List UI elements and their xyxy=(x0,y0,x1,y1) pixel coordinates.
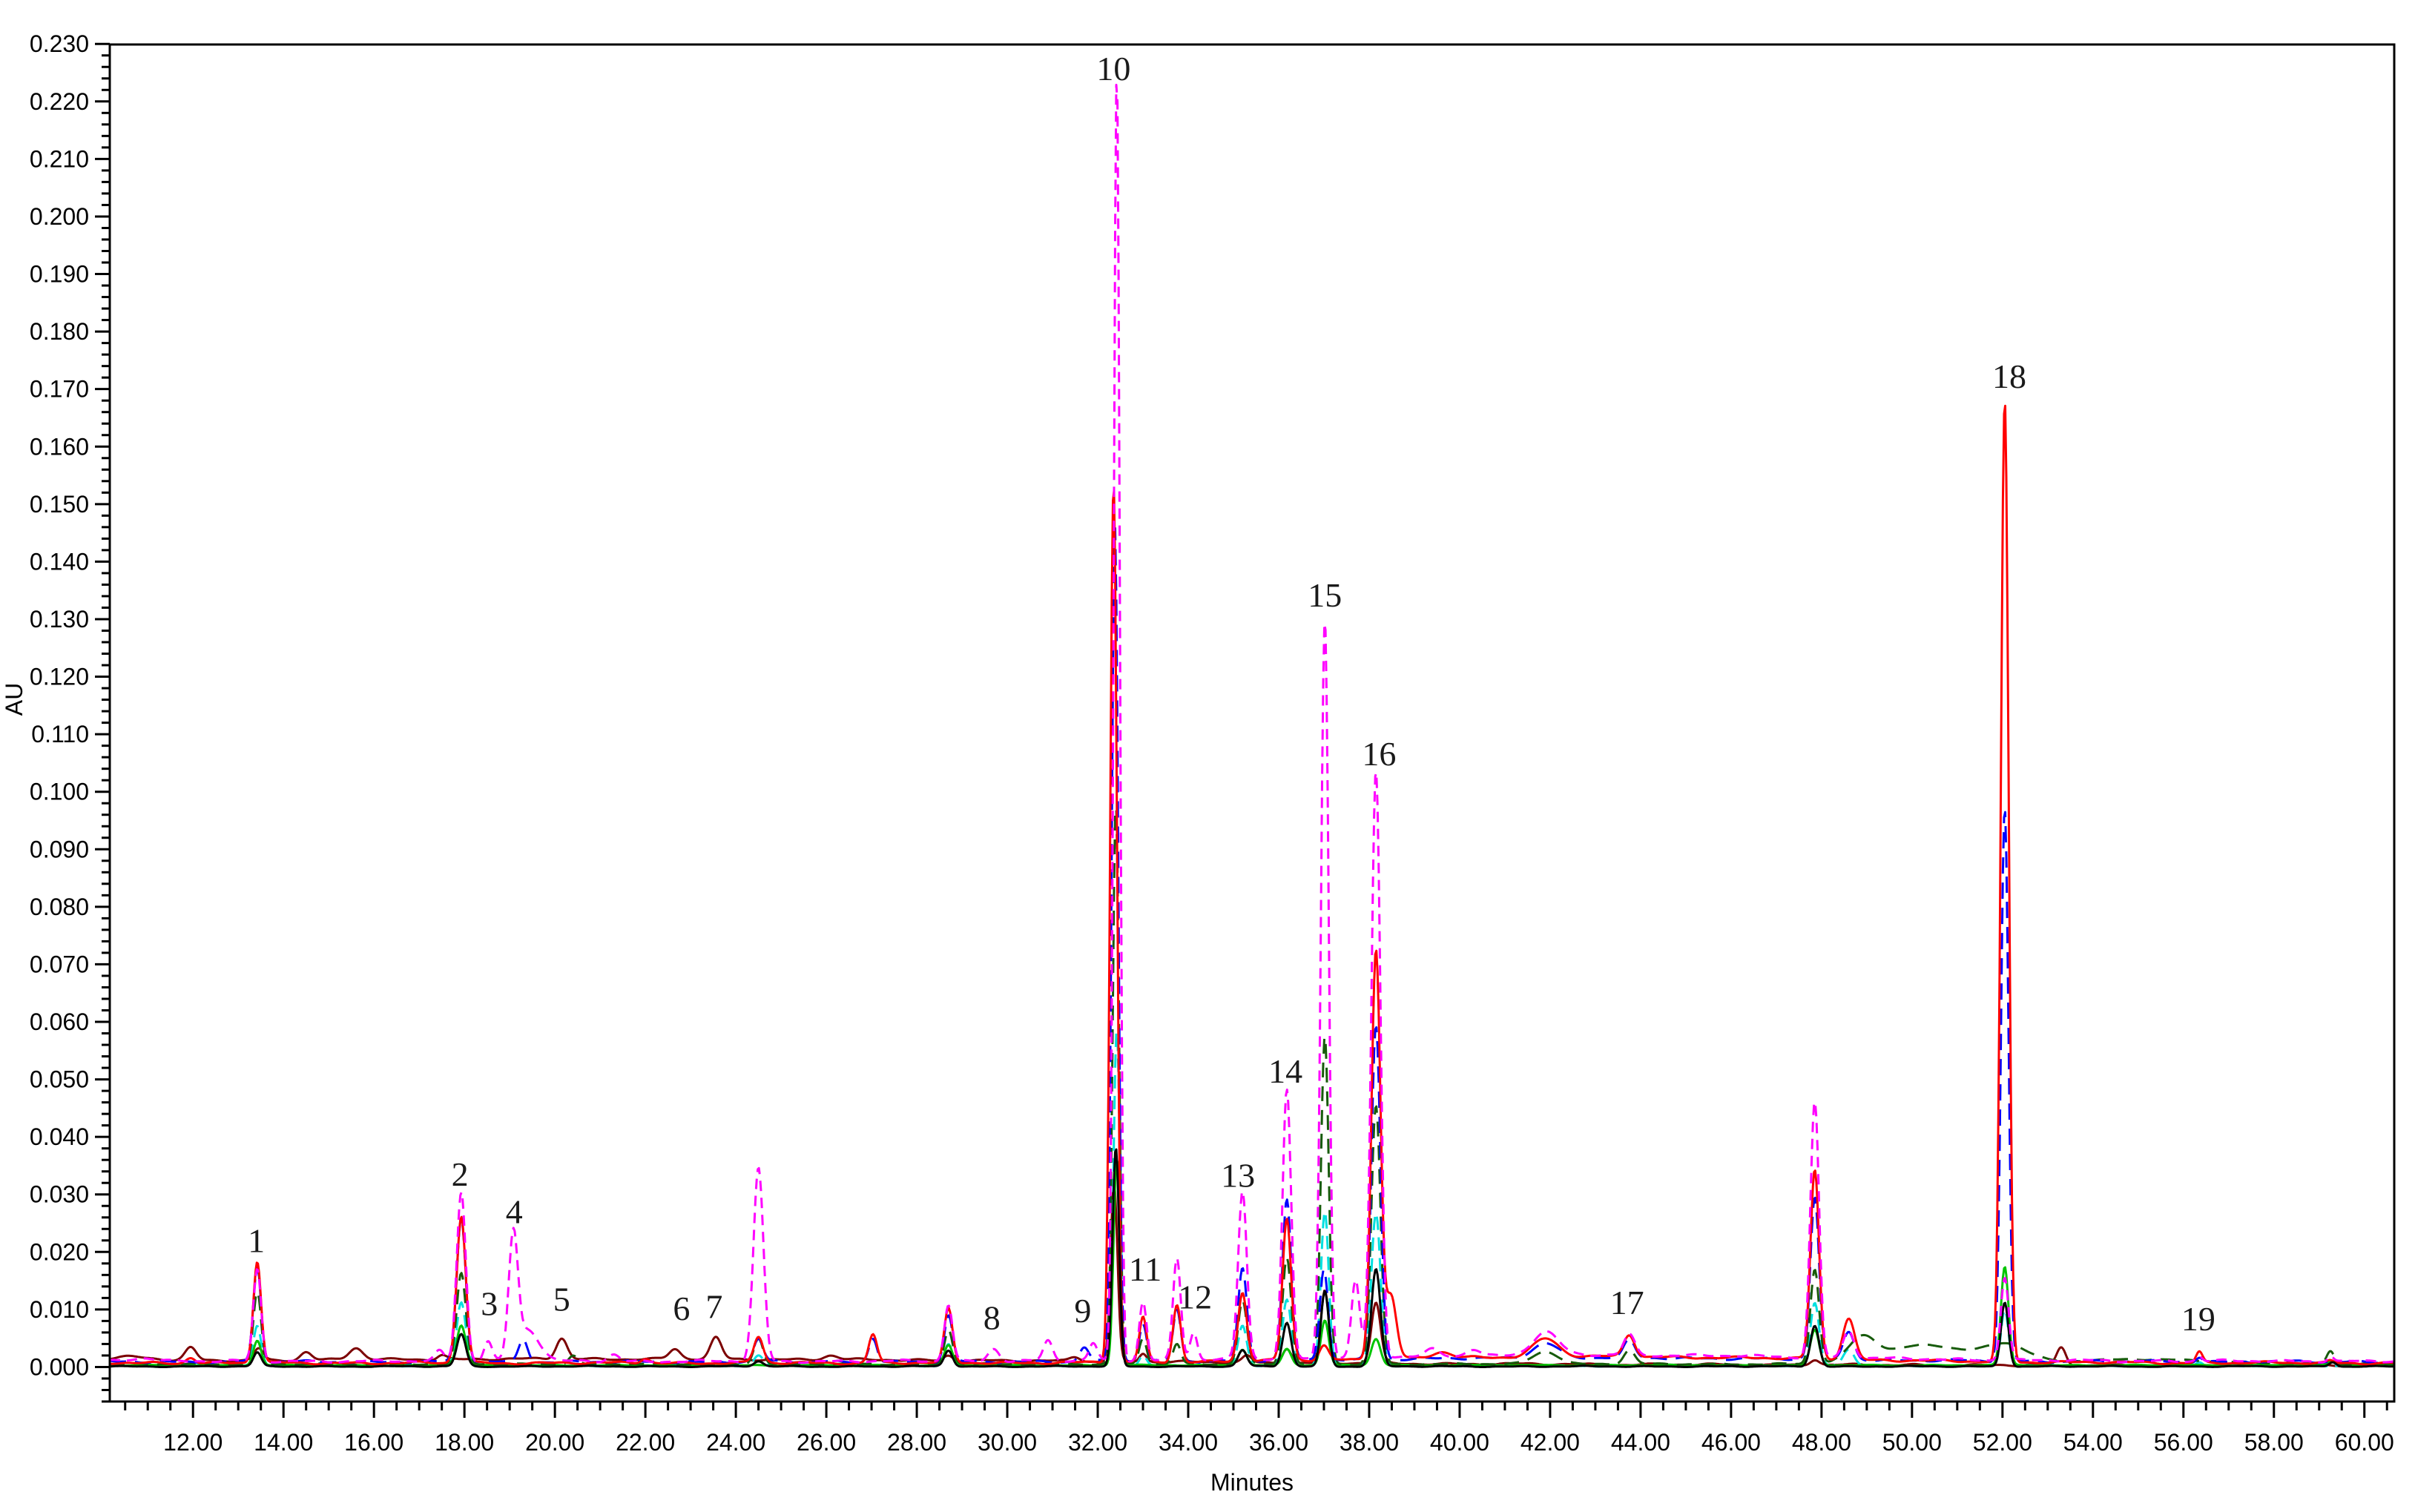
y-tick-label: 0.190 xyxy=(30,261,89,288)
y-tick-label: 0.060 xyxy=(30,1008,89,1035)
peak-label-19: 19 xyxy=(2181,1300,2215,1338)
y-axis-title: AU xyxy=(1,683,27,716)
y-tick-label: 0.110 xyxy=(31,721,89,747)
x-tick-label: 38.00 xyxy=(1340,1429,1399,1456)
x-tick-label: 46.00 xyxy=(1701,1429,1761,1456)
y-tick-label: 0.120 xyxy=(30,664,89,690)
plot-border xyxy=(110,44,2394,1402)
peak-label-9: 9 xyxy=(1074,1292,1091,1330)
peak-label-16: 16 xyxy=(1362,735,1396,773)
trace-dark-green xyxy=(110,809,2394,1365)
x-tick-label: 56.00 xyxy=(2154,1429,2213,1456)
y-tick-label: 0.070 xyxy=(30,951,89,977)
x-tick-label: 20.00 xyxy=(525,1429,584,1456)
peak-label-18: 18 xyxy=(1992,357,2026,395)
y-tick-label: 0.150 xyxy=(30,491,89,518)
y-tick-label: 0.130 xyxy=(30,606,89,633)
peak-label-2: 2 xyxy=(452,1155,469,1193)
y-tick-label: 0.140 xyxy=(30,548,89,575)
y-tick-label: 0.200 xyxy=(30,203,89,230)
peak-label-3: 3 xyxy=(481,1285,498,1323)
x-tick-label: 16.00 xyxy=(344,1429,403,1456)
x-tick-label: 26.00 xyxy=(797,1429,856,1456)
trace-blue xyxy=(110,528,2394,1363)
y-tick-label: 0.230 xyxy=(30,30,89,57)
x-tick-label: 60.00 xyxy=(2335,1429,2394,1456)
x-tick-label: 50.00 xyxy=(1882,1429,1942,1456)
x-tick-label: 28.00 xyxy=(887,1429,946,1456)
x-tick-label: 24.00 xyxy=(706,1429,765,1456)
y-tick-label: 0.090 xyxy=(30,836,89,862)
chromatogram-figure: 12.00 14.00 16.00 18.00 20.00 22.00 24.00 26.00… xyxy=(0,0,2415,1512)
y-tick-label: 0.220 xyxy=(30,88,89,115)
peak-number-labels: 12345678910111213141516171819 xyxy=(248,50,2215,1338)
x-tick-label: 32.00 xyxy=(1068,1429,1127,1456)
peak-label-17: 17 xyxy=(1610,1284,1644,1321)
x-tick-label: 58.00 xyxy=(2244,1429,2304,1456)
x-tick-label: 48.00 xyxy=(1792,1429,1851,1456)
peak-label-7: 7 xyxy=(705,1288,722,1326)
x-tick-label: 54.00 xyxy=(2063,1429,2123,1456)
y-tick-label: 0.210 xyxy=(30,145,89,172)
y-tick-label: 0.000 xyxy=(30,1353,89,1380)
x-axis-title: Minutes xyxy=(1210,1469,1294,1496)
chromatogram-plot: 12.00 14.00 16.00 18.00 20.00 22.00 24.00 26.00… xyxy=(0,0,2415,1512)
y-tick-label: 0.050 xyxy=(30,1066,89,1093)
x-tick-label: 22.00 xyxy=(616,1429,675,1456)
y-tick-label: 0.010 xyxy=(30,1296,89,1323)
peak-label-12: 12 xyxy=(1178,1278,1212,1315)
y-tick-label: 0.030 xyxy=(30,1181,89,1208)
trace-red xyxy=(110,406,2394,1364)
x-tick-label: 12.00 xyxy=(163,1429,223,1456)
x-tick-label: 36.00 xyxy=(1249,1429,1308,1456)
peak-label-4: 4 xyxy=(506,1193,523,1231)
trace-cyan xyxy=(110,1032,2394,1367)
y-tick-label: 0.020 xyxy=(30,1238,89,1265)
peak-label-10: 10 xyxy=(1096,50,1130,88)
y-tick-label: 0.160 xyxy=(30,433,89,460)
y-tick-label: 0.170 xyxy=(30,376,89,403)
y-tick-label: 0.180 xyxy=(30,318,89,345)
x-tick-label: 52.00 xyxy=(1973,1429,2032,1456)
x-tick-label: 40.00 xyxy=(1430,1429,1489,1456)
x-tick-label: 14.00 xyxy=(254,1429,313,1456)
y-tick-label: 0.080 xyxy=(30,894,89,920)
x-tick-label: 18.00 xyxy=(435,1429,494,1456)
peak-label-5: 5 xyxy=(553,1280,570,1318)
axis-ticks: 12.00 14.00 16.00 18.00 20.00 22.00 24.00 26.00… xyxy=(30,30,2394,1456)
peak-label-13: 13 xyxy=(1221,1157,1255,1195)
peak-label-1: 1 xyxy=(248,1221,265,1259)
x-tick-label: 30.00 xyxy=(978,1429,1037,1456)
y-tick-label: 0.100 xyxy=(30,779,89,805)
peak-label-8: 8 xyxy=(984,1298,1001,1336)
x-tick-label: 42.00 xyxy=(1521,1429,1580,1456)
x-tick-label: 34.00 xyxy=(1159,1429,1218,1456)
peak-label-11: 11 xyxy=(1129,1250,1162,1288)
peak-label-15: 15 xyxy=(1308,576,1342,614)
x-tick-label: 44.00 xyxy=(1611,1429,1670,1456)
peak-label-6: 6 xyxy=(673,1290,690,1327)
y-tick-label: 0.040 xyxy=(30,1123,89,1150)
peak-label-14: 14 xyxy=(1268,1052,1302,1090)
